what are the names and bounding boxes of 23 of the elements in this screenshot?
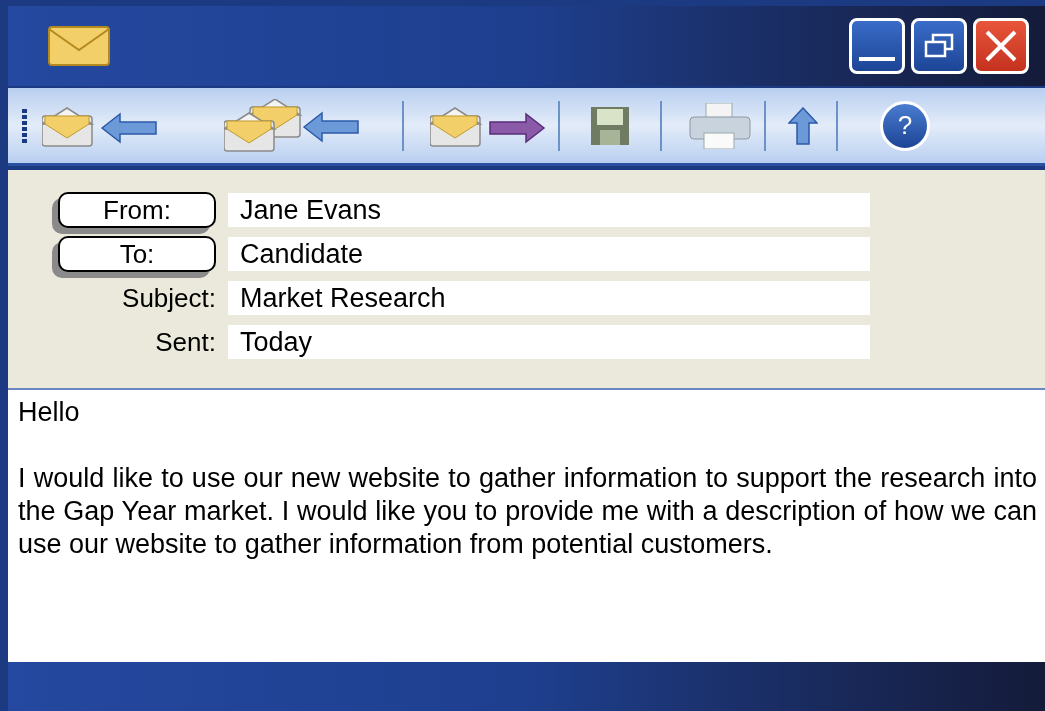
field-value: Jane Evans [228,193,870,227]
minimize-icon [859,57,895,61]
greeting-text: Hello [18,396,81,429]
field-label: Sent: [155,329,216,355]
close-button[interactable] [973,18,1029,74]
up-button[interactable] [788,106,818,145]
field-value: Candidate [228,237,870,271]
restore-icon [924,33,954,59]
field-value: Market Research [228,281,870,315]
printer-icon [688,102,752,149]
grip-icon [22,108,28,143]
minimize-button[interactable] [849,18,905,74]
field-value: Today [228,325,870,359]
envelope-icon [48,26,110,66]
reply-all-button[interactable] [224,98,360,153]
restore-button[interactable] [911,18,967,74]
close-icon [984,29,1018,63]
field-label: Subject: [122,285,216,311]
help-button[interactable]: ? [880,100,930,151]
save-button[interactable] [590,105,630,146]
message-text: I would like to use our new website to gather information to support the research into the Gap Year market. I would like you to provide me with a description of how we can use our website to gather information from potential customers. [18,462,1037,561]
reply-all-icon [224,98,360,153]
up-arrow-icon [788,106,818,145]
